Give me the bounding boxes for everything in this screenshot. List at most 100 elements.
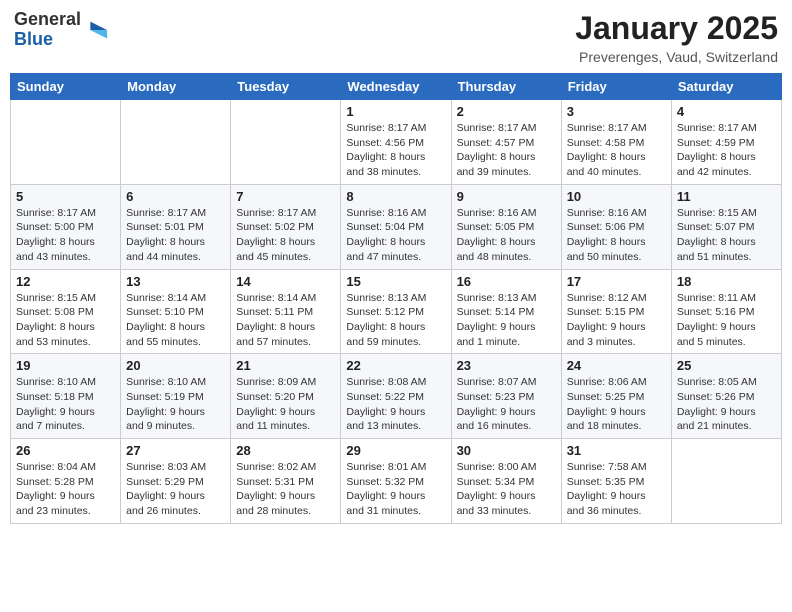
week-row-3: 12 Sunrise: 8:15 AM Sunset: 5:08 PM Dayli… <box>11 269 782 354</box>
logo-icon <box>81 17 109 45</box>
day-info: Sunrise: 8:16 AM Sunset: 5:05 PM Dayligh… <box>457 206 556 265</box>
day-info: Sunrise: 8:10 AM Sunset: 5:19 PM Dayligh… <box>126 375 225 434</box>
calendar-cell <box>231 100 341 185</box>
day-number: 20 <box>126 358 225 373</box>
calendar-cell <box>121 100 231 185</box>
logo-general: General <box>14 10 81 30</box>
day-number: 10 <box>567 189 666 204</box>
day-info: Sunrise: 8:17 AM Sunset: 5:01 PM Dayligh… <box>126 206 225 265</box>
weekday-header-wednesday: Wednesday <box>341 74 451 100</box>
day-number: 12 <box>16 274 115 289</box>
day-info: Sunrise: 8:09 AM Sunset: 5:20 PM Dayligh… <box>236 375 335 434</box>
calendar-cell: 10Sunrise: 8:16 AM Sunset: 5:06 PM Dayli… <box>561 184 671 269</box>
calendar-cell: 2 Sunrise: 8:17 AM Sunset: 4:57 PM Daylig… <box>451 100 561 185</box>
calendar-cell: 3 Sunrise: 8:17 AM Sunset: 4:58 PM Daylig… <box>561 100 671 185</box>
day-number: 28 <box>236 443 335 458</box>
weekday-header-sunday: Sunday <box>11 74 121 100</box>
calendar-cell: 21 Sunrise: 8:09 AM Sunset: 5:20 PM Dayli… <box>231 354 341 439</box>
day-number: 16 <box>457 274 556 289</box>
day-info: Sunrise: 8:14 AM Sunset: 5:11 PM Dayligh… <box>236 291 335 350</box>
day-info: Sunrise: 8:07 AM Sunset: 5:23 PM Dayligh… <box>457 375 556 434</box>
weekday-header-saturday: Saturday <box>671 74 781 100</box>
week-row-5: 26 Sunrise: 8:04 AM Sunset: 5:28 PM Dayli… <box>11 439 782 524</box>
day-number: 26 <box>16 443 115 458</box>
calendar-cell: 18Sunrise: 8:11 AM Sunset: 5:16 PM Dayli… <box>671 269 781 354</box>
day-info: Sunrise: 8:12 AM Sunset: 5:15 PM Dayligh… <box>567 291 666 350</box>
weekday-header-thursday: Thursday <box>451 74 561 100</box>
day-number: 17 <box>567 274 666 289</box>
calendar-cell: 11 Sunrise: 8:15 AM Sunset: 5:07 PM Dayli… <box>671 184 781 269</box>
calendar-cell: 25 Sunrise: 8:05 AM Sunset: 5:26 PM Dayli… <box>671 354 781 439</box>
day-number: 31 <box>567 443 666 458</box>
weekday-header-monday: Monday <box>121 74 231 100</box>
weekday-header-tuesday: Tuesday <box>231 74 341 100</box>
day-number: 4 <box>677 104 776 119</box>
calendar-cell: 9 Sunrise: 8:16 AM Sunset: 5:05 PM Daylig… <box>451 184 561 269</box>
day-number: 27 <box>126 443 225 458</box>
calendar-cell: 20 Sunrise: 8:10 AM Sunset: 5:19 PM Dayli… <box>121 354 231 439</box>
calendar-cell: 28 Sunrise: 8:02 AM Sunset: 5:31 PM Dayli… <box>231 439 341 524</box>
day-number: 21 <box>236 358 335 373</box>
page-header: General Blue January 2025 Preverenges, V… <box>10 10 782 65</box>
calendar-cell: 12 Sunrise: 8:15 AM Sunset: 5:08 PM Dayli… <box>11 269 121 354</box>
day-number: 6 <box>126 189 225 204</box>
month-title: January 2025 <box>575 10 778 47</box>
day-info: Sunrise: 8:13 AM Sunset: 5:12 PM Dayligh… <box>346 291 445 350</box>
day-info: Sunrise: 8:08 AM Sunset: 5:22 PM Dayligh… <box>346 375 445 434</box>
calendar-cell: 15 Sunrise: 8:13 AM Sunset: 5:12 PM Dayli… <box>341 269 451 354</box>
day-info: Sunrise: 8:06 AM Sunset: 5:25 PM Dayligh… <box>567 375 666 434</box>
day-info: Sunrise: 8:14 AM Sunset: 5:10 PM Dayligh… <box>126 291 225 350</box>
calendar-cell: 5Sunrise: 8:17 AM Sunset: 5:00 PM Daylig… <box>11 184 121 269</box>
day-number: 24 <box>567 358 666 373</box>
calendar-cell: 17 Sunrise: 8:12 AM Sunset: 5:15 PM Dayli… <box>561 269 671 354</box>
week-row-2: 5Sunrise: 8:17 AM Sunset: 5:00 PM Daylig… <box>11 184 782 269</box>
day-info: Sunrise: 8:02 AM Sunset: 5:31 PM Dayligh… <box>236 460 335 519</box>
day-info: Sunrise: 8:15 AM Sunset: 5:08 PM Dayligh… <box>16 291 115 350</box>
day-number: 13 <box>126 274 225 289</box>
day-number: 7 <box>236 189 335 204</box>
day-info: Sunrise: 8:17 AM Sunset: 4:56 PM Dayligh… <box>346 121 445 180</box>
location: Preverenges, Vaud, Switzerland <box>575 49 778 65</box>
day-info: Sunrise: 8:17 AM Sunset: 5:02 PM Dayligh… <box>236 206 335 265</box>
day-info: Sunrise: 8:03 AM Sunset: 5:29 PM Dayligh… <box>126 460 225 519</box>
day-info: Sunrise: 8:10 AM Sunset: 5:18 PM Dayligh… <box>16 375 115 434</box>
day-info: Sunrise: 8:13 AM Sunset: 5:14 PM Dayligh… <box>457 291 556 350</box>
day-info: Sunrise: 8:17 AM Sunset: 4:59 PM Dayligh… <box>677 121 776 180</box>
calendar-cell: 1 Sunrise: 8:17 AM Sunset: 4:56 PM Daylig… <box>341 100 451 185</box>
calendar-cell: 27 Sunrise: 8:03 AM Sunset: 5:29 PM Dayli… <box>121 439 231 524</box>
day-info: Sunrise: 8:05 AM Sunset: 5:26 PM Dayligh… <box>677 375 776 434</box>
title-block: January 2025 Preverenges, Vaud, Switzerl… <box>575 10 778 65</box>
calendar-cell: 14 Sunrise: 8:14 AM Sunset: 5:11 PM Dayli… <box>231 269 341 354</box>
day-info: Sunrise: 8:16 AM Sunset: 5:04 PM Dayligh… <box>346 206 445 265</box>
logo-blue: Blue <box>14 30 81 50</box>
calendar-cell: 19Sunrise: 8:10 AM Sunset: 5:18 PM Dayli… <box>11 354 121 439</box>
day-number: 15 <box>346 274 445 289</box>
day-info: Sunrise: 8:04 AM Sunset: 5:28 PM Dayligh… <box>16 460 115 519</box>
day-info: Sunrise: 8:17 AM Sunset: 4:58 PM Dayligh… <box>567 121 666 180</box>
calendar-cell: 13 Sunrise: 8:14 AM Sunset: 5:10 PM Dayli… <box>121 269 231 354</box>
calendar-cell: 22 Sunrise: 8:08 AM Sunset: 5:22 PM Dayli… <box>341 354 451 439</box>
day-number: 2 <box>457 104 556 119</box>
day-number: 11 <box>677 189 776 204</box>
day-number: 3 <box>567 104 666 119</box>
day-info: Sunrise: 8:00 AM Sunset: 5:34 PM Dayligh… <box>457 460 556 519</box>
day-number: 25 <box>677 358 776 373</box>
day-info: Sunrise: 8:17 AM Sunset: 4:57 PM Dayligh… <box>457 121 556 180</box>
calendar-cell: 24 Sunrise: 8:06 AM Sunset: 5:25 PM Dayli… <box>561 354 671 439</box>
day-number: 22 <box>346 358 445 373</box>
calendar-cell <box>11 100 121 185</box>
day-info: Sunrise: 7:58 AM Sunset: 5:35 PM Dayligh… <box>567 460 666 519</box>
calendar-cell <box>671 439 781 524</box>
day-info: Sunrise: 8:15 AM Sunset: 5:07 PM Dayligh… <box>677 206 776 265</box>
day-number: 1 <box>346 104 445 119</box>
week-row-4: 19Sunrise: 8:10 AM Sunset: 5:18 PM Dayli… <box>11 354 782 439</box>
calendar-cell: 29Sunrise: 8:01 AM Sunset: 5:32 PM Dayli… <box>341 439 451 524</box>
week-row-1: 1 Sunrise: 8:17 AM Sunset: 4:56 PM Daylig… <box>11 100 782 185</box>
day-number: 9 <box>457 189 556 204</box>
logo: General Blue <box>14 10 109 50</box>
day-number: 30 <box>457 443 556 458</box>
calendar-cell: 16 Sunrise: 8:13 AM Sunset: 5:14 PM Dayli… <box>451 269 561 354</box>
day-number: 14 <box>236 274 335 289</box>
day-number: 8 <box>346 189 445 204</box>
day-number: 5 <box>16 189 115 204</box>
